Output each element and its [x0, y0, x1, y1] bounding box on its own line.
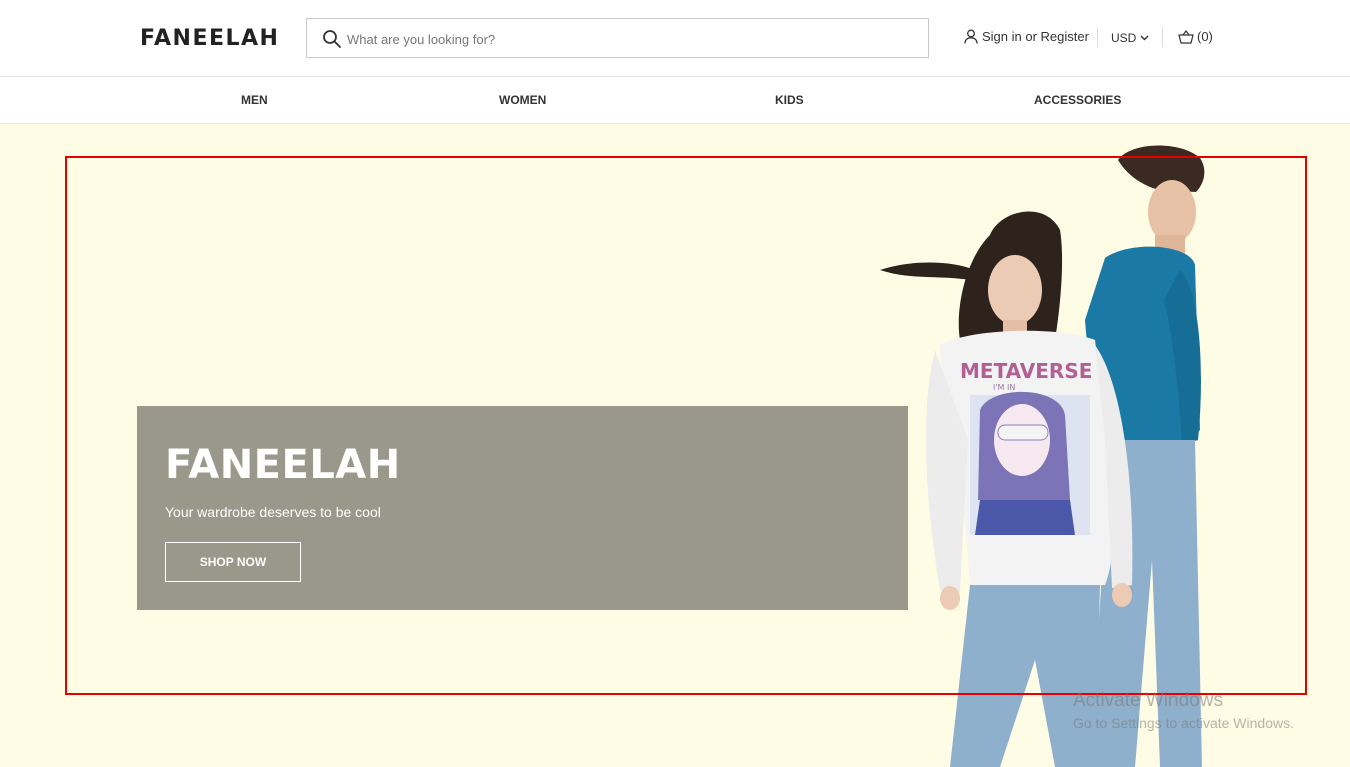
hero-subtitle: Your wardrobe deserves to be cool: [165, 504, 381, 520]
currency-selector[interactable]: USD: [1111, 31, 1149, 45]
user-icon: [964, 29, 978, 44]
account-link[interactable]: Sign in or Register: [964, 29, 1089, 44]
search-input[interactable]: [347, 28, 907, 50]
nav-item-kids[interactable]: KIDS: [775, 93, 804, 107]
search-icon[interactable]: [322, 29, 342, 49]
search-bar[interactable]: [306, 18, 929, 58]
windows-watermark-subtitle: Go to Settings to activate Windows.: [1073, 715, 1294, 731]
header-divider: [1097, 27, 1098, 47]
cart-link[interactable]: (0): [1178, 29, 1213, 44]
nav-item-men[interactable]: MEN: [241, 93, 268, 107]
main-nav: MEN WOMEN KIDS ACCESSORIES: [0, 77, 1350, 124]
nav-item-women[interactable]: WOMEN: [499, 93, 546, 107]
account-label[interactable]: Sign in or Register: [982, 29, 1089, 44]
site-header: FANEELAH Sign in or Register USD (0): [0, 0, 1350, 77]
currency-label[interactable]: USD: [1111, 31, 1136, 45]
hero-card: FANEELAH Your wardrobe deserves to be co…: [137, 406, 908, 610]
header-divider: [1162, 27, 1163, 47]
nav-item-accessories[interactable]: ACCESSORIES: [1034, 93, 1121, 107]
cart-icon: [1178, 29, 1194, 44]
chevron-down-icon: [1140, 35, 1149, 41]
hero-title: FANEELAH: [165, 442, 401, 488]
site-logo[interactable]: FANEELAH: [140, 26, 279, 51]
shop-now-button[interactable]: SHOP NOW: [165, 542, 301, 582]
cart-count[interactable]: (0): [1197, 29, 1213, 44]
windows-watermark-title: Activate Windows: [1073, 690, 1223, 711]
